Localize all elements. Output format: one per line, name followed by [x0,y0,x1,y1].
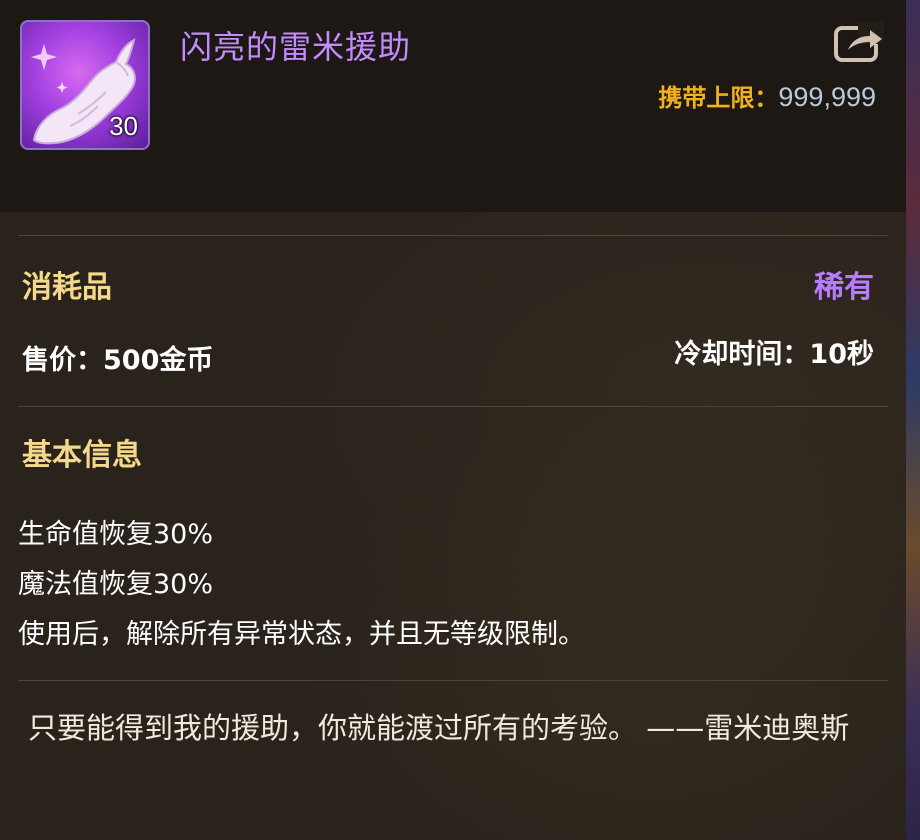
flavor-text: 只要能得到我的援助，你就能渡过所有的考验。 ——雷米迪奥斯 [28,711,850,745]
divider [18,406,888,407]
item-name: 闪亮的雷米援助 [180,28,412,66]
background-edge [906,0,920,840]
carry-limit: 携带上限：999,999 [658,78,876,113]
share-export-icon [834,22,884,62]
item-tooltip-panel: 30 闪亮的雷米援助 携带上限：999,999 消耗品 稀有 售价：500金币 … [0,0,906,840]
divider [18,680,888,681]
carry-limit-label: 携带上限： [658,84,779,112]
item-rarity: 稀有 [814,270,874,305]
divider [18,235,888,236]
item-price: 售价：500金币 [22,345,214,376]
section-title-basic-info: 基本信息 [22,438,142,473]
item-stack-count: 30 [109,111,138,141]
share-button[interactable] [832,20,886,66]
item-type: 消耗品 [22,270,112,305]
effect-line: 生命值恢复30% [18,519,214,550]
effect-line: 魔法值恢复30% [18,569,214,600]
carry-limit-value: 999,999 [778,82,876,112]
effect-line: 使用后，解除所有异常状态，并且无等级限制。 [18,619,585,650]
item-cooldown: 冷却时间：10秒 [674,339,874,370]
effect-list: 生命值恢复30% 魔法值恢复30% 使用后，解除所有异常状态，并且无等级限制。 [18,510,585,660]
item-icon-frame: 30 [20,20,150,150]
